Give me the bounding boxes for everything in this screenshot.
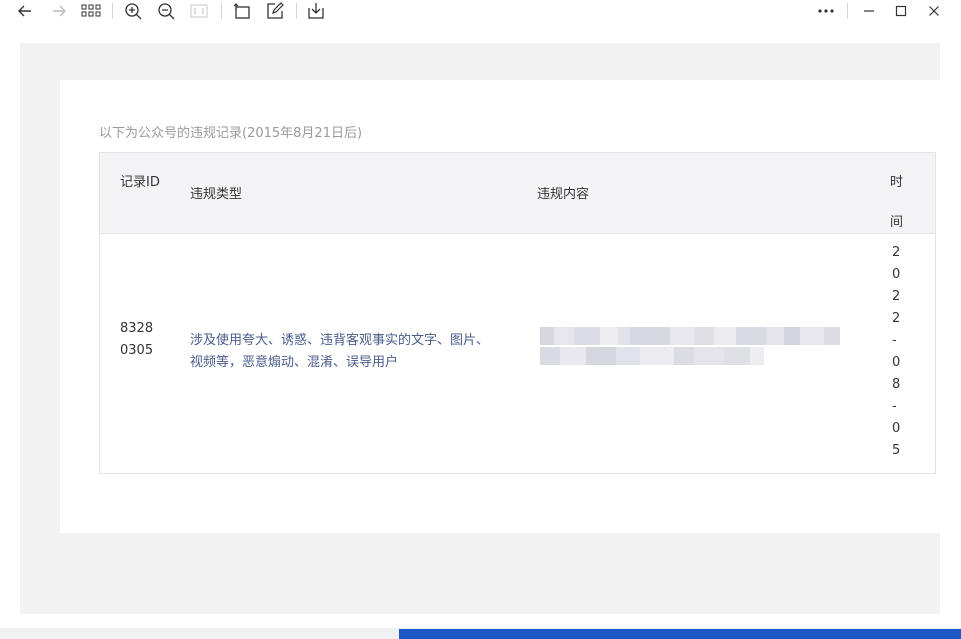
violation-record-card: 以下为公众号的违规记录(2015年8月21日后) 记录ID 违规类型 违规内容 …: [60, 80, 940, 533]
more-icon: [818, 9, 834, 13]
toolbar-divider: [221, 3, 222, 19]
cell-violation-type: 涉及使用夸大、诱惑、违背客观事实的文字、图片、视频等，恶意煽动、混淆、误导用户: [190, 333, 490, 370]
record-caption: 以下为公众号的违规记录(2015年8月21日后): [99, 126, 363, 141]
gallery-button[interactable]: [80, 1, 102, 21]
zoom-out-icon: [158, 3, 175, 20]
minimize-icon: [864, 10, 874, 12]
header-violation-content: 违规内容: [537, 187, 590, 202]
minimize-button[interactable]: [858, 1, 880, 21]
save-button[interactable]: [305, 1, 327, 21]
actual-size-button[interactable]: [188, 1, 210, 21]
zoom-in-button[interactable]: [122, 1, 144, 21]
zoom-in-icon: [125, 3, 142, 20]
back-button[interactable]: [14, 1, 36, 21]
forward-button[interactable]: [48, 1, 70, 21]
maximize-icon: [895, 5, 907, 17]
rotate-icon: [233, 3, 250, 19]
header-record-id: 记录ID: [120, 175, 160, 190]
cell-time: 2022-08-05: [892, 245, 901, 458]
edit-icon: [267, 2, 284, 19]
image-viewer-canvas[interactable]: 以下为公众号的违规记录(2015年8月21日后) 记录ID 违规类型 违规内容 …: [20, 43, 940, 614]
toolbar-divider: [296, 3, 297, 19]
close-icon: [929, 6, 939, 16]
rotate-button[interactable]: [231, 1, 253, 21]
header-violation-type: 违规类型: [190, 187, 243, 202]
toolbar-divider: [847, 3, 848, 19]
cell-record-id: 83280305: [120, 321, 154, 358]
actual-size-icon: [190, 4, 208, 18]
edit-button[interactable]: [264, 1, 286, 21]
toolbar-divider: [112, 3, 113, 19]
close-button[interactable]: [923, 1, 945, 21]
arrow-right-icon: [53, 5, 66, 17]
grid-icon: [81, 4, 101, 17]
more-options-button[interactable]: [815, 1, 837, 21]
taskbar-strip: [399, 629, 961, 639]
download-icon: [308, 3, 324, 19]
viewer-toolbar: [0, 0, 961, 24]
header-time: 时间: [890, 175, 904, 230]
table-header: 记录ID 违规类型 违规内容 时间: [100, 153, 935, 234]
arrow-left-icon: [18, 5, 31, 17]
zoom-out-button[interactable]: [155, 1, 177, 21]
violation-table: 记录ID 违规类型 违规内容 时间 83280305 涉及使用夸大、诱惑、违背客…: [99, 152, 936, 474]
maximize-button[interactable]: [890, 1, 912, 21]
